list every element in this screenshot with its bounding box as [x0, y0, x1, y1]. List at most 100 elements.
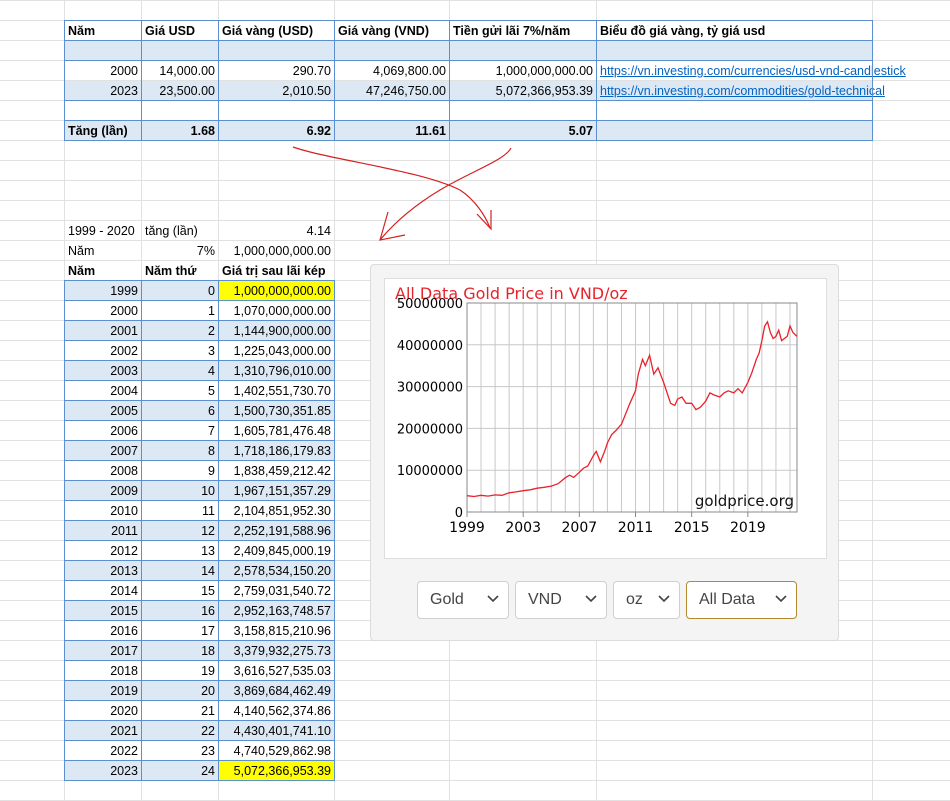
- table-cell[interactable]: 6: [142, 401, 218, 421]
- table-cell[interactable]: 5,072,366,953.39: [219, 761, 334, 781]
- table-cell[interactable]: 3,616,527,535.03: [219, 661, 334, 681]
- table-cell[interactable]: 2011: [65, 521, 141, 541]
- unit-select[interactable]: oz: [613, 581, 680, 619]
- table-cell[interactable]: 1,144,900,000.00: [219, 321, 334, 341]
- year-label[interactable]: Năm: [65, 241, 141, 261]
- table-cell[interactable]: 18: [142, 641, 218, 661]
- table-cell[interactable]: 2021: [65, 721, 141, 741]
- table-cell[interactable]: 2023: [65, 761, 141, 781]
- table-cell[interactable]: 1,000,000,000.00: [450, 61, 596, 81]
- table-cell[interactable]: 2,759,031,540.72: [219, 581, 334, 601]
- table-cell[interactable]: 5: [142, 381, 218, 401]
- table-cell[interactable]: 8: [142, 441, 218, 461]
- table-header-cell[interactable]: Biểu đồ giá vàng, tỷ giá usd: [597, 21, 872, 41]
- table-cell[interactable]: 1,967,151,357.29: [219, 481, 334, 501]
- table-cell[interactable]: 5,072,366,953.39: [450, 81, 596, 101]
- table-header-cell[interactable]: Năm: [65, 21, 141, 41]
- table-cell[interactable]: 2023: [65, 81, 141, 101]
- table-cell[interactable]: 2006: [65, 421, 141, 441]
- table-cell[interactable]: 10: [142, 481, 218, 501]
- table-cell[interactable]: 21: [142, 701, 218, 721]
- table-cell[interactable]: 0: [142, 281, 218, 301]
- table-cell[interactable]: 3,158,815,210.96: [219, 621, 334, 641]
- table-cell[interactable]: 2010: [65, 501, 141, 521]
- table-cell[interactable]: 2: [142, 321, 218, 341]
- table-cell[interactable]: 2,104,851,952.30: [219, 501, 334, 521]
- increase-value[interactable]: 5.07: [450, 121, 596, 141]
- table-cell[interactable]: 1,718,186,179.83: [219, 441, 334, 461]
- table-cell[interactable]: 1,070,000,000.00: [219, 301, 334, 321]
- table-header-cell[interactable]: Giá vàng (VND): [335, 21, 449, 41]
- table-cell[interactable]: 1,838,459,212.42: [219, 461, 334, 481]
- link-cell[interactable]: https://vn.investing.com/commodities/gol…: [597, 81, 897, 101]
- increase-value[interactable]: 4.14: [219, 221, 334, 241]
- table-cell[interactable]: 14: [142, 561, 218, 581]
- table-cell[interactable]: 9: [142, 461, 218, 481]
- table-cell[interactable]: 3,379,932,275.73: [219, 641, 334, 661]
- table-cell[interactable]: 23,500.00: [142, 81, 218, 101]
- table-cell[interactable]: 3,869,684,462.49: [219, 681, 334, 701]
- table-cell[interactable]: 4,140,562,374.86: [219, 701, 334, 721]
- table-cell[interactable]: 2,578,534,150.20: [219, 561, 334, 581]
- table-header-cell[interactable]: Giá USD: [142, 21, 218, 41]
- table-cell[interactable]: 2009: [65, 481, 141, 501]
- principal-value[interactable]: 1,000,000,000.00: [219, 241, 334, 261]
- table-cell[interactable]: 4: [142, 361, 218, 381]
- table-cell[interactable]: 2002: [65, 341, 141, 361]
- increase-label[interactable]: Tăng (lần): [65, 121, 141, 141]
- increase-value[interactable]: 6.92: [219, 121, 334, 141]
- table-cell[interactable]: 12: [142, 521, 218, 541]
- table-cell[interactable]: 2,252,191,588.96: [219, 521, 334, 541]
- table-cell[interactable]: 1: [142, 301, 218, 321]
- metal-select[interactable]: Gold: [417, 581, 509, 619]
- table-cell[interactable]: 2000: [65, 301, 141, 321]
- link-cell[interactable]: https://vn.investing.com/currencies/usd-…: [597, 61, 906, 81]
- table-cell[interactable]: 2019: [65, 681, 141, 701]
- table-header-cell[interactable]: Tiền gửi lãi 7%/năm: [450, 21, 596, 41]
- table-cell[interactable]: 2017: [65, 641, 141, 661]
- table-cell[interactable]: 2015: [65, 601, 141, 621]
- table-cell[interactable]: 4,430,401,741.10: [219, 721, 334, 741]
- table-cell[interactable]: 2005: [65, 401, 141, 421]
- table-cell[interactable]: 14,000.00: [142, 61, 218, 81]
- table-cell[interactable]: 2007: [65, 441, 141, 461]
- table-cell[interactable]: 19: [142, 661, 218, 681]
- table-cell[interactable]: 4,069,800.00: [335, 61, 449, 81]
- table-cell[interactable]: 13: [142, 541, 218, 561]
- table-header-cell[interactable]: Năm thứ: [142, 261, 218, 281]
- table-cell[interactable]: 11: [142, 501, 218, 521]
- table-cell[interactable]: 16: [142, 601, 218, 621]
- table-cell[interactable]: 2004: [65, 381, 141, 401]
- table-header-cell[interactable]: Năm: [65, 261, 141, 281]
- table-cell[interactable]: 2,010.50: [219, 81, 334, 101]
- table-cell[interactable]: 2012: [65, 541, 141, 561]
- range-label[interactable]: 1999 - 2020: [65, 221, 141, 241]
- table-cell[interactable]: 1,000,000,000.00: [219, 281, 334, 301]
- table-cell[interactable]: 2003: [65, 361, 141, 381]
- table-cell[interactable]: 20: [142, 681, 218, 701]
- table-cell[interactable]: 47,246,750.00: [335, 81, 449, 101]
- table-cell[interactable]: 22: [142, 721, 218, 741]
- table-cell[interactable]: 2022: [65, 741, 141, 761]
- table-cell[interactable]: 2000: [65, 61, 141, 81]
- rate-value[interactable]: 7%: [142, 241, 218, 261]
- table-cell[interactable]: 1,310,796,010.00: [219, 361, 334, 381]
- table-cell[interactable]: 2001: [65, 321, 141, 341]
- increase-value[interactable]: 11.61: [335, 121, 449, 141]
- table-cell[interactable]: 2014: [65, 581, 141, 601]
- table-cell[interactable]: 24: [142, 761, 218, 781]
- table-cell[interactable]: 2020: [65, 701, 141, 721]
- table-cell[interactable]: 1,605,781,476.48: [219, 421, 334, 441]
- table-cell[interactable]: 1,402,551,730.70: [219, 381, 334, 401]
- table-cell[interactable]: 7: [142, 421, 218, 441]
- table-cell[interactable]: 290.70: [219, 61, 334, 81]
- table-cell[interactable]: 2018: [65, 661, 141, 681]
- table-cell[interactable]: 2016: [65, 621, 141, 641]
- table-cell[interactable]: 2,409,845,000.19: [219, 541, 334, 561]
- increase-value[interactable]: 1.68: [142, 121, 218, 141]
- table-cell[interactable]: 17: [142, 621, 218, 641]
- currency-select[interactable]: VND: [515, 581, 607, 619]
- period-select[interactable]: All Data: [686, 581, 797, 619]
- table-cell[interactable]: 1,225,043,000.00: [219, 341, 334, 361]
- table-cell[interactable]: 2,952,163,748.57: [219, 601, 334, 621]
